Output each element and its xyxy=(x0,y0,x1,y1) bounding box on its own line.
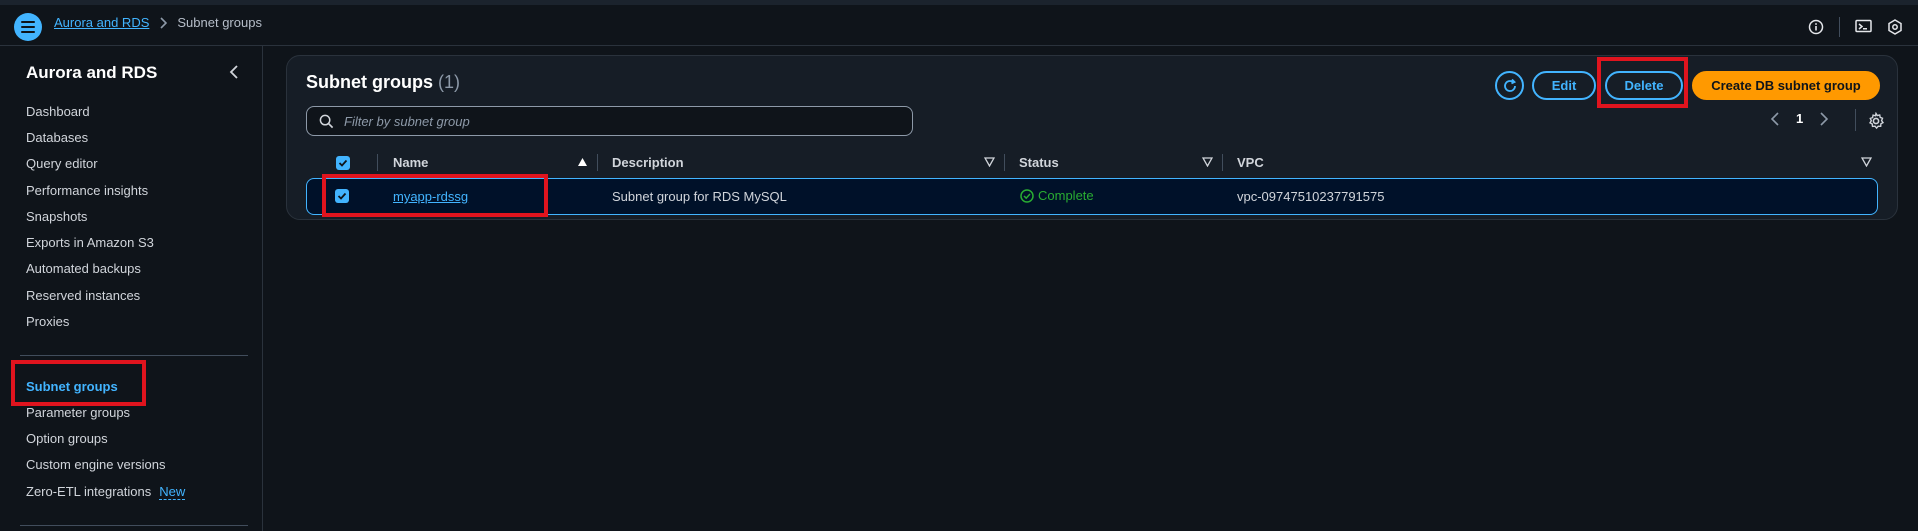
create-db-subnet-group-button[interactable]: Create DB subnet group xyxy=(1692,71,1880,100)
sidebar-item-proxies[interactable]: Proxies xyxy=(26,314,69,329)
previous-page-icon[interactable] xyxy=(1768,111,1782,126)
vpc-id: vpc-09747510237791575 xyxy=(1237,189,1385,204)
page-number[interactable]: 1 xyxy=(1796,111,1803,126)
settings-hex-icon[interactable] xyxy=(1886,18,1904,36)
sidebar-divider xyxy=(20,525,248,526)
panel-title: Subnet groups (1) xyxy=(306,72,460,93)
table-header: Name Description Status VPC xyxy=(306,152,1878,176)
column-divider xyxy=(1222,154,1223,171)
sidebar-item-reserved-instances[interactable]: Reserved instances xyxy=(26,288,140,303)
row-checkbox[interactable] xyxy=(335,189,349,203)
checkbox-checked-icon xyxy=(337,192,347,200)
status-badge: Complete xyxy=(1020,188,1094,203)
sidebar-item-query-editor[interactable]: Query editor xyxy=(26,156,98,171)
sidebar-item-performance-insights[interactable]: Performance insights xyxy=(26,183,148,198)
pager-divider xyxy=(1855,109,1856,131)
chevron-right-icon xyxy=(159,16,168,29)
sidebar: Aurora and RDS Dashboard Databases Query… xyxy=(0,46,263,531)
sidebar-item-automated-backups[interactable]: Automated backups xyxy=(26,261,141,276)
menu-icon[interactable] xyxy=(14,13,42,41)
sidebar-item-dashboard[interactable]: Dashboard xyxy=(26,104,90,119)
sidebar-item-custom-engine-versions[interactable]: Custom engine versions xyxy=(26,457,165,472)
column-divider xyxy=(597,154,598,171)
sidebar-item-label: Zero-ETL integrations xyxy=(26,484,152,499)
column-divider xyxy=(377,154,378,171)
subnet-group-description: Subnet group for RDS MySQL xyxy=(612,189,787,204)
panel-title-text: Subnet groups xyxy=(306,72,433,92)
sidebar-item-option-groups[interactable]: Option groups xyxy=(26,431,108,446)
status-text: Complete xyxy=(1038,188,1094,203)
column-header-status[interactable]: Status xyxy=(1019,155,1059,170)
info-icon[interactable] xyxy=(1807,18,1825,36)
sidebar-divider xyxy=(20,355,248,356)
subnet-groups-panel: Subnet groups (1) Edit Delete Create DB … xyxy=(286,55,1898,220)
sidebar-item-parameter-groups[interactable]: Parameter groups xyxy=(26,405,130,420)
check-circle-icon xyxy=(1020,188,1034,203)
new-badge: New xyxy=(159,484,186,500)
breadcrumb: Aurora and RDS Subnet groups xyxy=(54,15,262,30)
search-icon xyxy=(319,114,334,128)
cloudshell-icon[interactable] xyxy=(1854,18,1872,36)
top-toolbar xyxy=(1807,17,1904,37)
breadcrumb-current: Subnet groups xyxy=(177,15,262,30)
toolbar-divider xyxy=(1839,17,1840,37)
edit-button[interactable]: Edit xyxy=(1532,71,1596,100)
subnet-group-name-link[interactable]: myapp-rdssg xyxy=(393,189,468,204)
sort-down-icon[interactable] xyxy=(1861,157,1872,167)
refresh-button[interactable] xyxy=(1495,71,1524,100)
delete-button[interactable]: Delete xyxy=(1605,71,1683,100)
top-navigation-bar: Aurora and RDS Subnet groups xyxy=(0,0,1918,46)
column-divider xyxy=(1004,154,1005,171)
sort-up-icon[interactable] xyxy=(577,157,588,167)
panel-count: (1) xyxy=(438,72,461,92)
select-all-checkbox[interactable] xyxy=(336,156,350,170)
column-header-name[interactable]: Name xyxy=(393,155,428,170)
sort-down-icon[interactable] xyxy=(984,157,995,167)
sidebar-item-exports-s3[interactable]: Exports in Amazon S3 xyxy=(26,235,154,250)
refresh-icon xyxy=(1503,78,1516,92)
breadcrumb-root-link[interactable]: Aurora and RDS xyxy=(54,15,149,30)
sidebar-title: Aurora and RDS xyxy=(26,63,158,82)
table-row[interactable]: myapp-rdssg Subnet group for RDS MySQL C… xyxy=(306,178,1878,215)
filter-search-field[interactable] xyxy=(306,106,913,136)
gear-icon[interactable] xyxy=(1867,111,1885,130)
column-header-description[interactable]: Description xyxy=(612,155,684,170)
pagination: 1 xyxy=(1768,111,1831,126)
search-input[interactable] xyxy=(342,112,906,130)
next-page-icon[interactable] xyxy=(1817,111,1831,126)
checkbox-checked-icon xyxy=(338,159,348,167)
sort-down-icon[interactable] xyxy=(1202,157,1213,167)
chevron-left-icon[interactable] xyxy=(227,64,243,80)
sidebar-item-zero-etl[interactable]: Zero-ETL integrations New xyxy=(26,484,186,500)
sidebar-item-snapshots[interactable]: Snapshots xyxy=(26,209,87,224)
sidebar-item-subnet-groups[interactable]: Subnet groups xyxy=(26,379,118,394)
column-header-vpc[interactable]: VPC xyxy=(1237,155,1264,170)
sidebar-item-databases[interactable]: Databases xyxy=(26,130,88,145)
